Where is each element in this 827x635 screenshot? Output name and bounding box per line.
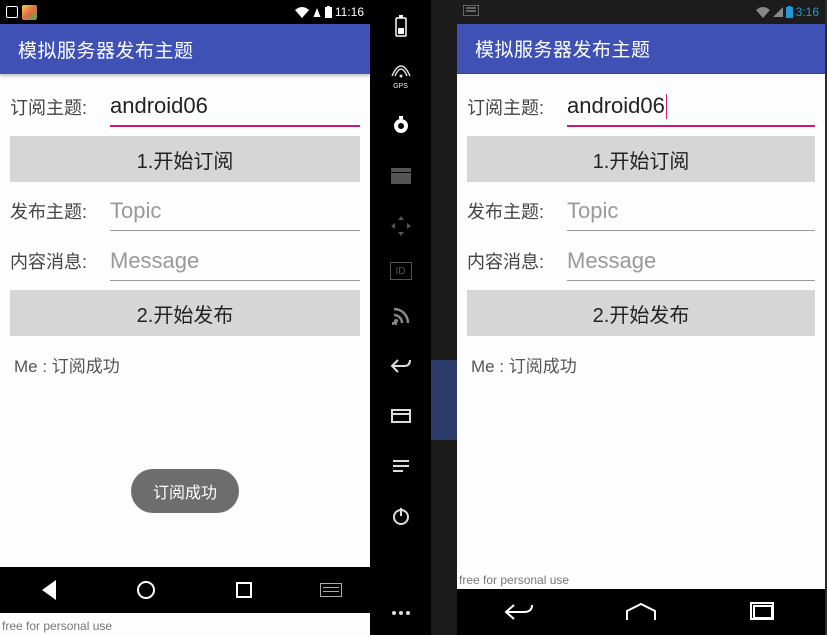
subscribe-button[interactable]: 1.开始订阅 xyxy=(467,136,815,182)
app-icon xyxy=(22,5,37,20)
phone-right: 3:16 模拟服务器发布主题 订阅主题: android06 1.开始订阅 发布… xyxy=(457,0,825,635)
publish-topic-row: 发布主题: Topic xyxy=(467,186,815,236)
window-icon[interactable] xyxy=(387,402,415,430)
publish-topic-row: 发布主题: Topic xyxy=(10,186,360,236)
battery-icon[interactable] xyxy=(387,12,415,40)
back-arrow-icon[interactable] xyxy=(387,352,415,380)
camera-icon[interactable] xyxy=(387,112,415,140)
subscribe-button[interactable]: 1.开始订阅 xyxy=(10,136,360,182)
rss-icon[interactable] xyxy=(387,302,415,330)
move-icon[interactable] xyxy=(387,212,415,240)
message-label: 内容消息: xyxy=(467,248,567,274)
watermark: free for personal use xyxy=(2,619,112,633)
subscribe-topic-input[interactable]: android06 xyxy=(567,87,815,127)
log-text: Me : 订阅成功 xyxy=(10,340,360,389)
nav-bar xyxy=(0,567,370,613)
wifi-icon xyxy=(756,7,770,18)
signal-icon xyxy=(773,7,783,17)
form-area: 订阅主题: android06 1.开始订阅 发布主题: Topic 内容消息:… xyxy=(457,74,825,389)
id-icon[interactable]: ID xyxy=(390,262,412,280)
list-icon[interactable] xyxy=(387,452,415,480)
app-title-bar: 模拟服务器发布主题 xyxy=(0,24,370,74)
nav-back-button[interactable] xyxy=(494,603,544,621)
keyboard-status-icon xyxy=(463,5,479,19)
message-row: 内容消息: Message xyxy=(467,236,815,286)
publish-topic-label: 发布主题: xyxy=(467,198,567,224)
status-bar: 11:16 xyxy=(0,0,370,24)
nav-home-button[interactable] xyxy=(121,581,171,599)
publish-topic-input[interactable]: Topic xyxy=(567,191,815,231)
phone-left: 11:16 模拟服务器发布主题 订阅主题: android06 1.开始订阅 发… xyxy=(0,0,370,635)
subscribe-topic-row: 订阅主题: android06 xyxy=(10,82,360,132)
notification-icon xyxy=(6,6,18,18)
subscribe-topic-label: 订阅主题: xyxy=(467,94,567,120)
form-area: 订阅主题: android06 1.开始订阅 发布主题: Topic 内容消息:… xyxy=(0,74,370,513)
message-input[interactable]: Message xyxy=(567,241,815,281)
battery-icon xyxy=(786,7,793,18)
status-time: 3:16 xyxy=(796,5,819,19)
wifi-icon xyxy=(295,7,309,18)
power-icon[interactable] xyxy=(387,502,415,530)
toast: 订阅成功 xyxy=(131,469,239,513)
status-time: 11:16 xyxy=(335,5,364,19)
message-row: 内容消息: Message xyxy=(10,236,360,286)
subscribe-topic-input[interactable]: android06 xyxy=(110,87,360,127)
message-label: 内容消息: xyxy=(10,248,110,274)
text-caret xyxy=(666,94,668,119)
app-title-bar: 模拟服务器发布主题 xyxy=(457,24,825,74)
watermark: free for personal use xyxy=(459,573,569,587)
signal-icon xyxy=(313,8,320,17)
keyboard-icon[interactable] xyxy=(316,583,346,597)
status-bar: 3:16 xyxy=(457,0,825,24)
publish-topic-label: 发布主题: xyxy=(10,198,110,224)
app-title: 模拟服务器发布主题 xyxy=(475,35,651,62)
publish-button[interactable]: 2.开始发布 xyxy=(10,290,360,336)
emulator-sidebar: GPS ID xyxy=(370,0,431,635)
app-title: 模拟服务器发布主题 xyxy=(18,36,194,63)
gap xyxy=(431,0,457,635)
gps-icon[interactable]: GPS xyxy=(390,62,412,90)
nav-recents-button[interactable] xyxy=(219,582,269,598)
battery-icon xyxy=(325,7,332,18)
nav-bar xyxy=(457,589,825,635)
subscribe-topic-row: 订阅主题: android06 xyxy=(467,82,815,132)
publish-button[interactable]: 2.开始发布 xyxy=(467,290,815,336)
clapperboard-icon[interactable] xyxy=(387,162,415,190)
nav-back-button[interactable] xyxy=(24,580,74,600)
more-icon[interactable] xyxy=(387,599,415,627)
log-text: Me : 订阅成功 xyxy=(467,340,815,389)
nav-home-button[interactable] xyxy=(619,602,663,622)
message-input[interactable]: Message xyxy=(110,241,360,281)
publish-topic-input[interactable]: Topic xyxy=(110,191,360,231)
subscribe-topic-label: 订阅主题: xyxy=(10,94,110,120)
nav-recents-button[interactable] xyxy=(738,605,788,619)
